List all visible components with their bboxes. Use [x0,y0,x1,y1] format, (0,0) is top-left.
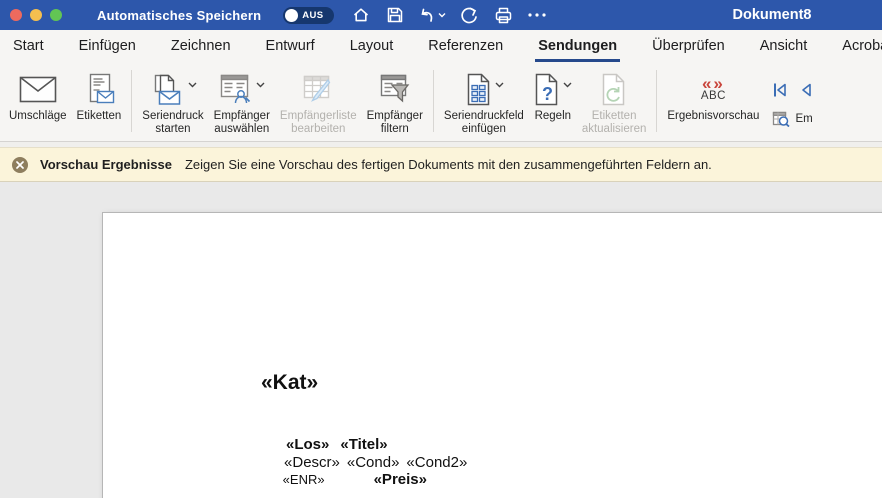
ribbon: Umschläge Etiketten [0,62,882,142]
tab-layout[interactable]: Layout [347,30,397,62]
toggle-knob [285,9,298,22]
rules-button[interactable]: ? Regeln [529,62,577,123]
preview-results-button[interactable]: «» ABC Ergebnisvorschau [662,62,764,123]
svg-text:?: ? [542,84,553,104]
close-window-button[interactable] [10,9,22,21]
info-bar-title: Vorschau Ergebnisse [40,157,172,172]
autosave-state-label: AUS [302,10,323,21]
previous-record-icon[interactable] [798,82,814,98]
preview-info-bar: Vorschau Ergebnisse Zeigen Sie eine Vors… [0,147,882,182]
autosave-label: Automatisches Speichern [97,8,261,23]
record-navigation: Em [772,62,814,127]
print-icon[interactable] [492,4,514,26]
merge-field-enr[interactable]: «ENR» [283,472,325,487]
merge-field-preis[interactable]: «Preis» [374,471,427,488]
filter-recipients-icon [378,73,412,105]
find-recipient-button[interactable]: Em [772,110,814,127]
rules-icon: ? [534,73,560,106]
ribbon-divider [433,70,434,132]
edit-recipient-list-button: Empfängerlistebearbeiten [275,62,362,136]
insert-merge-field-icon [464,73,492,106]
dismiss-icon[interactable] [12,157,28,173]
ribbon-group-fields: Seriendruckfeldeinfügen ? Regeln [439,62,651,141]
tab-start[interactable]: Start [10,30,47,62]
title-bar: Automatisches Speichern AUS [0,0,882,30]
tab-acrobat[interactable]: Acrobat [839,30,882,62]
minimize-window-button[interactable] [30,9,42,21]
chevron-down-icon[interactable] [563,82,572,88]
find-recipient-icon [772,110,790,127]
tab-sendungen[interactable]: Sendungen [535,30,620,62]
chevron-down-icon[interactable] [256,82,265,88]
update-labels-button: Etikettenaktualisieren [577,62,652,136]
chevron-down-icon[interactable] [188,82,197,88]
first-record-icon[interactable] [772,82,788,98]
start-mail-merge-button[interactable]: Seriendruckstarten [137,62,208,136]
ribbon-divider [131,70,132,132]
ribbon-tab-bar: Start Einfügen Zeichnen Entwurf Layout R… [0,30,882,62]
tab-zeichnen[interactable]: Zeichnen [168,30,234,62]
tab-einfuegen[interactable]: Einfügen [76,30,139,62]
zoom-window-button[interactable] [50,9,62,21]
edit-recipient-list-icon [301,73,335,105]
labels-icon [83,73,115,105]
ribbon-divider [656,70,657,132]
find-recipient-label: Em [795,113,812,125]
tab-ueberpruefen[interactable]: Überprüfen [649,30,728,62]
document-title: Dokument8 [712,7,832,23]
preview-results-icon: «» ABC [701,75,726,103]
filter-recipients-button[interactable]: Empfängerfiltern [362,62,428,136]
ribbon-group-start-merge: Seriendruckstarten Empfängerauswählen [137,62,428,141]
envelopes-button[interactable]: Umschläge [4,62,72,123]
document-area: «Kat» «Los»«Titel» «Descr»«Cond»«Cond2» … [0,182,882,498]
insert-merge-field-button[interactable]: Seriendruckfeldeinfügen [439,62,529,136]
labels-button[interactable]: Etiketten [72,62,127,123]
start-mail-merge-icon [149,73,185,106]
more-icon[interactable] [526,4,548,26]
envelope-icon [19,76,57,103]
select-recipients-button[interactable]: Empfängerauswählen [209,62,275,136]
home-icon[interactable] [350,4,372,26]
tab-ansicht[interactable]: Ansicht [757,30,811,62]
document-page[interactable]: «Kat» «Los»«Titel» «Descr»«Cond»«Cond2» … [102,212,882,498]
ribbon-group-create: Umschläge Etiketten [4,62,126,141]
undo-chevron-icon[interactable] [438,12,446,18]
info-bar-message: Zeigen Sie eine Vorschau des fertigen Do… [185,157,712,172]
undo-button[interactable] [418,6,446,24]
undo-icon [418,6,436,24]
merge-field-kat[interactable]: «Kat» [261,371,318,395]
redo-icon[interactable] [458,4,480,26]
autosave-toggle[interactable]: AUS [283,7,334,24]
select-recipients-icon [219,73,253,105]
ribbon-group-preview: «» ABC Ergebnisvorschau [662,62,814,141]
tab-referenzen[interactable]: Referenzen [425,30,506,62]
chevron-down-icon[interactable] [495,82,504,88]
tab-entwurf[interactable]: Entwurf [263,30,318,62]
window-controls [10,9,62,21]
save-icon[interactable] [384,4,406,26]
update-labels-icon [601,73,627,106]
